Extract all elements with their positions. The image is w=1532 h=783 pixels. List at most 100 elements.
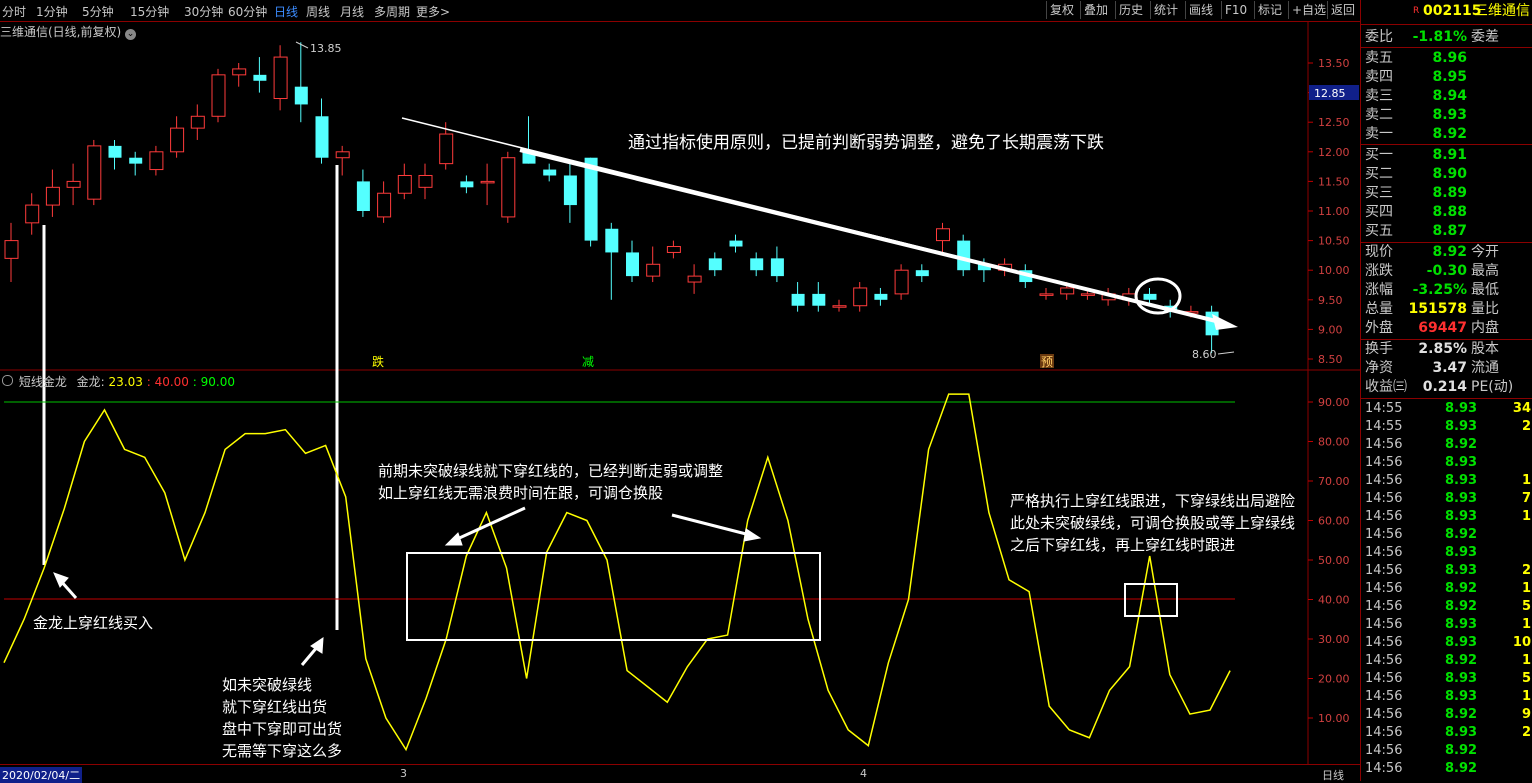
candlestick xyxy=(377,181,392,223)
diff-label: 委差 xyxy=(1471,29,1499,45)
trade-price: 8.93 xyxy=(1445,545,1478,560)
candlestick xyxy=(1039,287,1054,300)
candlestick xyxy=(129,151,143,176)
indicator-label: 金龙: xyxy=(76,375,105,389)
ask-row: 卖三 8.94 xyxy=(1361,87,1532,106)
trade-time: 14:56 xyxy=(1365,707,1403,722)
ask-row-label: 卖四 xyxy=(1365,69,1393,85)
indicator-tick-label: 80.00 xyxy=(1318,436,1350,449)
candlestick xyxy=(832,299,847,312)
ask-row: 卖二 8.93 xyxy=(1361,106,1532,125)
stat-row-value: 8.92 xyxy=(1432,244,1467,260)
trade-price: 8.93 xyxy=(1445,671,1478,686)
trade-row: 14:56 8.93 2 xyxy=(1361,562,1532,580)
ask-row-value: 8.95 xyxy=(1432,69,1467,85)
candlestick xyxy=(294,42,308,123)
stat-row-value: 69447 xyxy=(1418,320,1467,336)
ask-row-value: 8.96 xyxy=(1432,50,1467,66)
candlestick xyxy=(957,234,971,277)
trade-price: 8.93 xyxy=(1445,689,1478,704)
order-ratio-row: 委比 -1.81% 委差 xyxy=(1361,28,1532,47)
candlestick xyxy=(894,264,909,300)
ask-row-value: 8.93 xyxy=(1432,107,1467,123)
indicator-tick-label: 30.00 xyxy=(1318,633,1350,646)
price-tick-label: 8.50 xyxy=(1318,353,1343,366)
price-tick-label: 10.50 xyxy=(1318,235,1350,248)
trade-price: 8.93 xyxy=(1445,473,1478,488)
ask-row-label: 卖一 xyxy=(1365,126,1393,142)
price-tick-label: 11.00 xyxy=(1318,205,1350,218)
indicator-title: 短线金龙 金龙: 23.03 : 40.00 : 90.00 xyxy=(0,373,235,390)
bid-row-value: 8.88 xyxy=(1432,204,1467,220)
trade-time: 14:56 xyxy=(1365,743,1403,758)
trade-price: 8.92 xyxy=(1445,653,1478,668)
annotation-sell-line: 如未突破绿线 xyxy=(222,676,313,694)
stat2-row: 收益㈢ 0.214 PE(动) xyxy=(1361,378,1532,397)
bid-row-value: 8.89 xyxy=(1432,185,1467,201)
current-price-tag: 12.85 xyxy=(1314,87,1346,100)
trade-row: 14:56 8.92 9 xyxy=(1361,706,1532,724)
candlestick xyxy=(315,98,329,164)
candlestick xyxy=(563,163,577,223)
bid-row: 买三 8.89 xyxy=(1361,184,1532,203)
ask-row: 卖五 8.96 xyxy=(1361,49,1532,68)
annotation-sell-line: 就下穿红线出货 xyxy=(222,698,328,716)
trade-row: 14:56 8.92 xyxy=(1361,742,1532,760)
trade-row: 14:56 8.93 1 xyxy=(1361,472,1532,490)
annotation-middle-line: 如上穿红线无需浪费时间在跟，可调仓换股 xyxy=(378,484,664,502)
highlight-box-right xyxy=(1124,583,1178,617)
price-tick-label: 13.50 xyxy=(1318,57,1350,70)
bid-row: 买二 8.90 xyxy=(1361,165,1532,184)
ask-row: 卖四 8.95 xyxy=(1361,68,1532,87)
annotation-sell-line: 无需等下穿这么多 xyxy=(222,742,343,760)
bid-row-value: 8.87 xyxy=(1432,223,1467,239)
marker-reduce: 减 xyxy=(582,355,594,369)
trade-row: 14:56 8.92 xyxy=(1361,760,1532,778)
trade-price: 8.92 xyxy=(1445,707,1478,722)
trade-row: 14:56 8.93 xyxy=(1361,544,1532,562)
candlestick xyxy=(66,163,81,206)
stat-row: 外盘 69447 内盘 xyxy=(1361,319,1532,338)
candlestick xyxy=(584,157,598,247)
trade-vol: 9 xyxy=(1521,707,1531,722)
stat-row-label2: 今开 xyxy=(1471,244,1499,260)
date-axis: 2020/02/04/二 3 4 日线 xyxy=(0,764,1360,783)
trade-time: 14:56 xyxy=(1365,455,1403,470)
indicator-tick-label: 40.00 xyxy=(1318,594,1350,607)
candlestick xyxy=(791,282,805,312)
date-march: 3 xyxy=(400,767,407,780)
bid-row-value: 8.91 xyxy=(1432,147,1467,163)
settings-icon[interactable] xyxy=(2,375,13,386)
stat-row-label2: 最低 xyxy=(1471,282,1499,298)
trade-price: 8.93 xyxy=(1445,419,1478,434)
candlestick xyxy=(915,264,929,283)
candlestick xyxy=(646,246,661,283)
annotation-middle: 前期未突破绿线就下穿红线的，已经判断走弱或调整 如上穿红线无需浪费时间在跟，可调… xyxy=(378,460,723,504)
annotation-sell: 如未突破绿线 就下穿红线出货 盘中下穿即可出货 无需等下穿这么多 xyxy=(222,674,342,762)
trade-time: 14:56 xyxy=(1365,725,1403,740)
candlestick xyxy=(273,45,288,111)
bid-row: 买四 8.88 xyxy=(1361,203,1532,222)
stat-row: 涨跌 -0.30 最高 xyxy=(1361,262,1532,281)
ratio-label: 委比 xyxy=(1365,29,1393,45)
candlestick xyxy=(874,287,888,306)
ask-row-label: 卖五 xyxy=(1365,50,1393,66)
candlestick xyxy=(543,163,557,182)
price-tick-label: 12.00 xyxy=(1318,146,1350,159)
candlestick xyxy=(708,252,722,277)
candlestick xyxy=(522,116,536,164)
stat2-row-label2: 流通 xyxy=(1471,360,1499,376)
trade-time: 14:56 xyxy=(1365,509,1403,524)
stat-row-label: 涨幅 xyxy=(1365,282,1393,298)
stat2-row-label: 收益㈢ xyxy=(1365,379,1407,395)
stat2-row-label2: PE(动) xyxy=(1471,379,1514,395)
candlestick xyxy=(812,282,826,312)
trade-row: 14:56 8.93 5 xyxy=(1361,670,1532,688)
trade-time: 14:56 xyxy=(1365,563,1403,578)
stat-row-label2: 最高 xyxy=(1471,263,1499,279)
candlestick xyxy=(45,169,60,217)
r-badge: R xyxy=(1413,6,1420,16)
trade-price: 8.92 xyxy=(1445,437,1478,452)
bid-row: 买一 8.91 xyxy=(1361,146,1532,165)
price-tick-label: 9.50 xyxy=(1318,294,1343,307)
